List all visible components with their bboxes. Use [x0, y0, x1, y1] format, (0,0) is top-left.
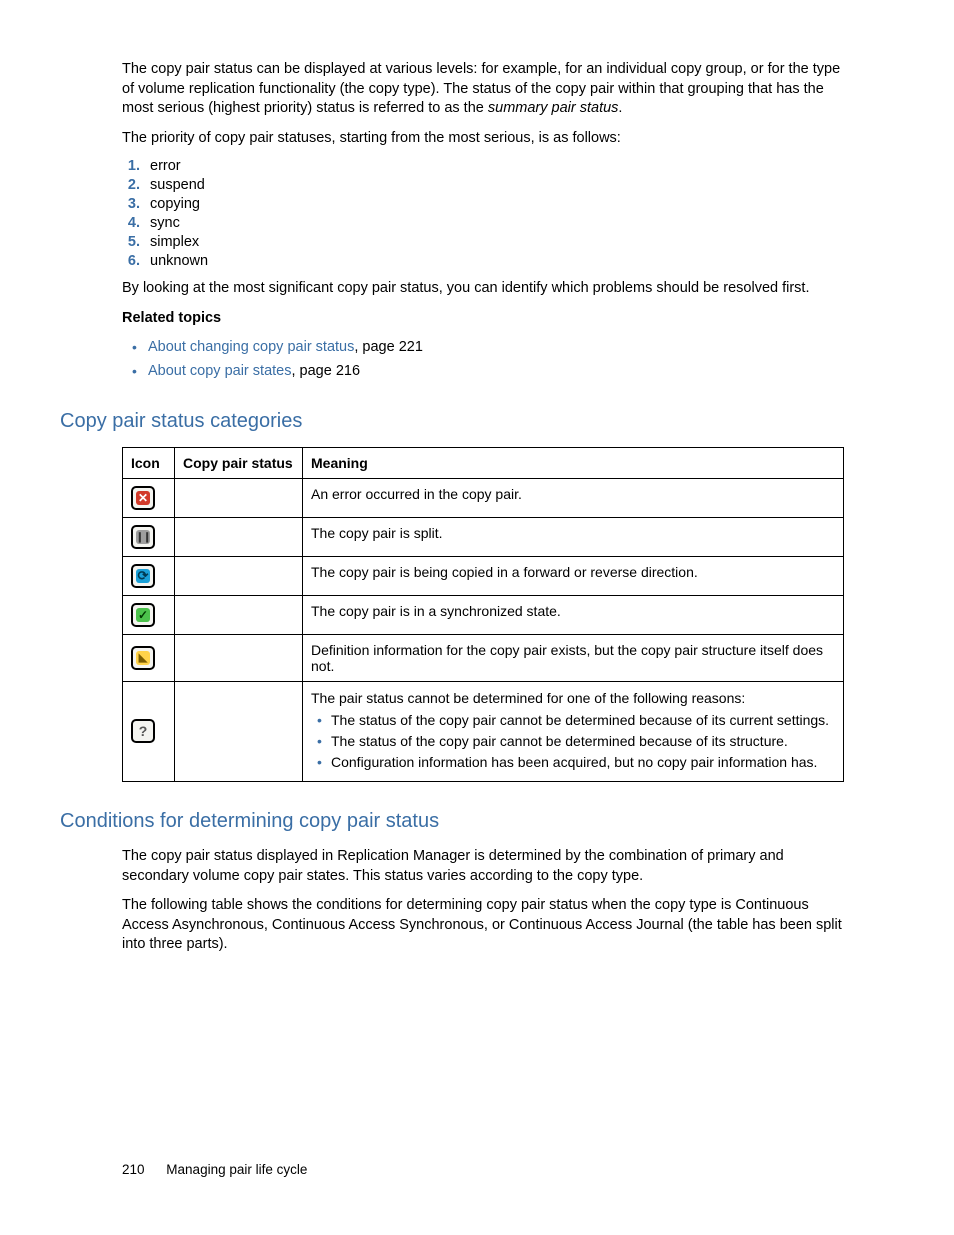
intro-paragraph-2: The priority of copy pair statuses, star… — [122, 129, 844, 149]
page-footer: 210 Managing pair life cycle — [122, 1162, 307, 1177]
table-row: The copy pair is in a synchronized state… — [123, 595, 844, 634]
cell-status — [175, 681, 303, 782]
cell-status — [175, 517, 303, 556]
priority-item: unknown — [144, 253, 844, 269]
table-row: Definition information for the copy pair… — [123, 634, 844, 681]
cell-status — [175, 556, 303, 595]
table-row: The copy pair is split. — [123, 517, 844, 556]
cell-icon — [123, 517, 175, 556]
th-status: Copy pair status — [175, 447, 303, 478]
chapter-title: Managing pair life cycle — [166, 1162, 307, 1177]
conditions-paragraph-1: The copy pair status displayed in Replic… — [122, 847, 844, 886]
related-topics-heading: Related topics — [122, 309, 844, 329]
priority-list: error suspend copying sync simplex unkno… — [122, 158, 844, 269]
conditions-paragraph-2: The following table shows the conditions… — [122, 896, 844, 955]
priority-item: suspend — [144, 177, 844, 193]
after-list-paragraph: By looking at the most significant copy … — [122, 279, 844, 299]
related-topic-suffix: , page 216 — [291, 363, 360, 379]
copying-icon — [131, 564, 155, 588]
priority-item: simplex — [144, 234, 844, 250]
related-topic-link[interactable]: About copy pair states — [148, 363, 291, 379]
related-topics-list: About changing copy pair status, page 22… — [122, 338, 844, 381]
related-topic-item: About copy pair states, page 216 — [132, 362, 844, 382]
cell-meaning: The copy pair is being copied in a forwa… — [303, 556, 844, 595]
cell-icon — [123, 634, 175, 681]
related-topic-suffix: , page 221 — [354, 339, 423, 355]
intro-p1b: . — [618, 100, 622, 116]
cell-meaning: The copy pair is in a synchronized state… — [303, 595, 844, 634]
error-icon — [131, 486, 155, 510]
suspend-icon — [131, 525, 155, 549]
cell-icon — [123, 478, 175, 517]
cell-status — [175, 595, 303, 634]
table-row: An error occurred in the copy pair. — [123, 478, 844, 517]
simplex-icon — [131, 646, 155, 670]
unknown-icon — [131, 719, 155, 743]
table-row: The copy pair is being copied in a forwa… — [123, 556, 844, 595]
cell-icon — [123, 595, 175, 634]
priority-item: copying — [144, 196, 844, 212]
cell-icon — [123, 681, 175, 782]
priority-item: sync — [144, 215, 844, 231]
priority-item: error — [144, 158, 844, 174]
cell-status — [175, 478, 303, 517]
unknown-lead: The pair status cannot be determined for… — [311, 689, 835, 708]
th-meaning: Meaning — [303, 447, 844, 478]
unknown-reason: Configuration information has been acqui… — [317, 753, 835, 772]
summary-pair-status-term: summary pair status — [488, 100, 619, 116]
page-number: 210 — [122, 1162, 145, 1177]
th-icon: Icon — [123, 447, 175, 478]
cell-meaning: Definition information for the copy pair… — [303, 634, 844, 681]
section-heading-categories: Copy pair status categories — [60, 410, 844, 433]
related-topic-item: About changing copy pair status, page 22… — [132, 338, 844, 358]
unknown-reasons-list: The status of the copy pair cannot be de… — [311, 711, 835, 772]
cell-icon — [123, 556, 175, 595]
sync-icon — [131, 603, 155, 627]
unknown-reason: The status of the copy pair cannot be de… — [317, 732, 835, 751]
cell-status — [175, 634, 303, 681]
status-categories-table: Icon Copy pair status Meaning An error o… — [122, 447, 844, 783]
section-heading-conditions: Conditions for determining copy pair sta… — [60, 810, 844, 833]
related-topic-link[interactable]: About changing copy pair status — [148, 339, 354, 355]
cell-meaning: The copy pair is split. — [303, 517, 844, 556]
table-row: The pair status cannot be determined for… — [123, 681, 844, 782]
unknown-reason: The status of the copy pair cannot be de… — [317, 711, 835, 730]
cell-meaning: An error occurred in the copy pair. — [303, 478, 844, 517]
cell-meaning: The pair status cannot be determined for… — [303, 681, 844, 782]
intro-p1a: The copy pair status can be displayed at… — [122, 61, 840, 116]
intro-paragraph-1: The copy pair status can be displayed at… — [122, 60, 844, 119]
